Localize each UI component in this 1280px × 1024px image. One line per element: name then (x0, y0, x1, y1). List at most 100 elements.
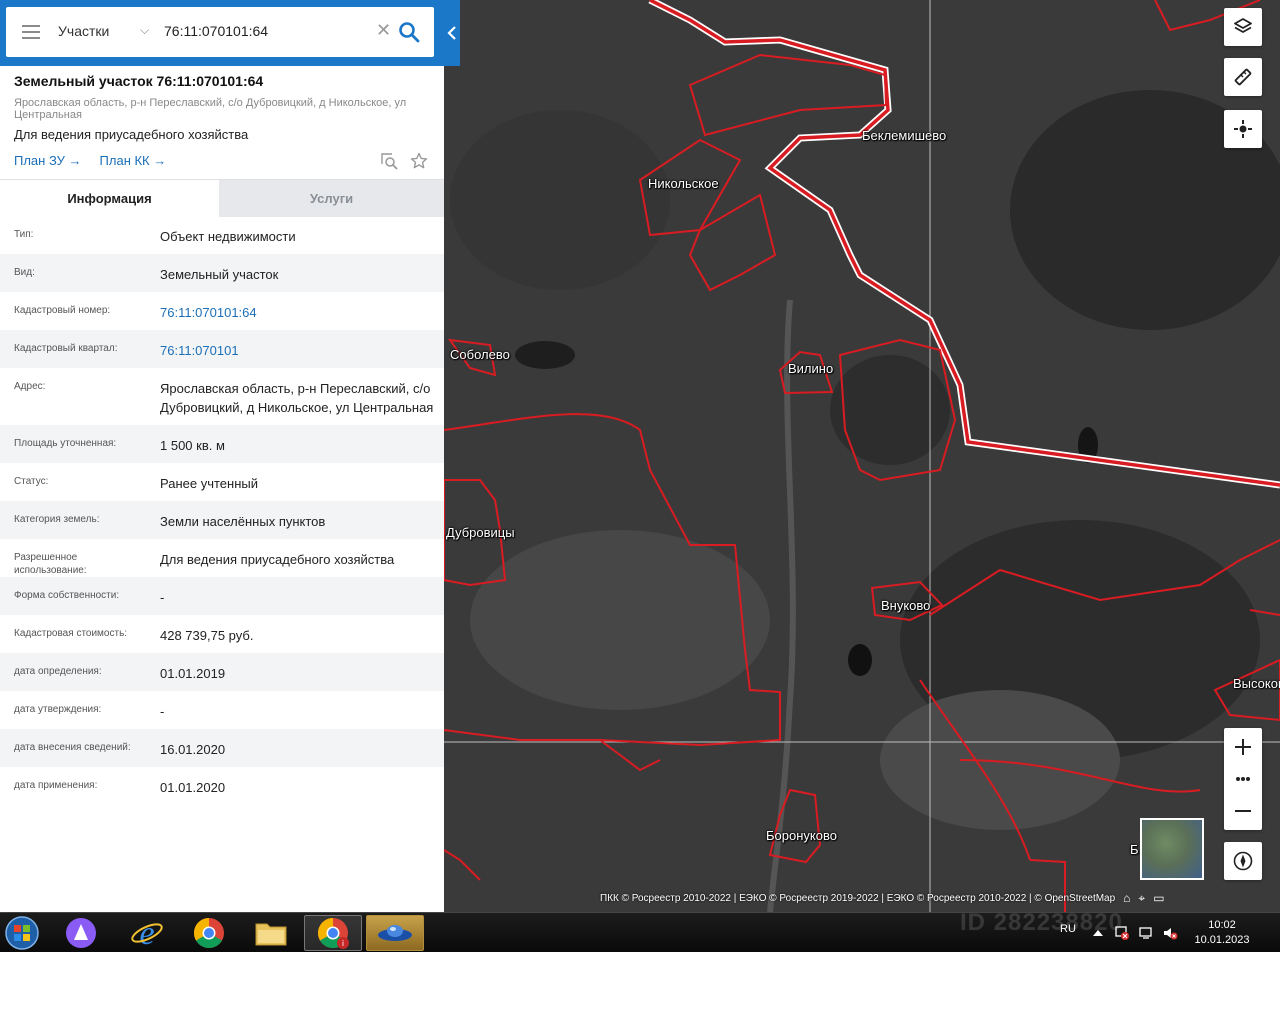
info-row-type: Тип: Объект недвижимости (0, 216, 444, 254)
zoom-controls (1224, 728, 1262, 830)
folder-icon (255, 923, 287, 946)
map-label-boronukovo: Боронуково (766, 828, 837, 843)
zoom-out-button[interactable] (1224, 792, 1262, 830)
crosshair-icon (1234, 120, 1252, 138)
ruler-icon (1234, 68, 1252, 86)
tab-services[interactable]: Услуги (219, 180, 444, 217)
info-row-permitted-use: Разрешенное использование: Для ведения п… (0, 539, 444, 577)
taskbar-chrome-open[interactable]: i (304, 915, 362, 951)
map-label-nikolskoe: Никольское (648, 176, 719, 191)
svg-text:i: i (342, 939, 344, 948)
star-icon[interactable] (410, 152, 428, 170)
home-icon[interactable]: ⌂ (1123, 891, 1130, 905)
tray-clock[interactable]: 10:02 10.01.2023 (1192, 918, 1252, 948)
info-key: Форма собственности: (14, 590, 120, 601)
info-panel: Участки ⌵ 76:11:070101:64 ✕ Земельный уч… (0, 0, 460, 912)
info-row-area: Площадь уточненная: 1 500 кв. м (0, 425, 444, 463)
plan-kk-link[interactable]: План КК → (100, 153, 167, 168)
menu-icon[interactable] (22, 25, 40, 39)
info-value: - (160, 704, 165, 719)
info-row-ownership: Форма собственности: - (0, 577, 444, 615)
object-actions (380, 152, 428, 170)
search-box: Участки ⌵ 76:11:070101:64 ✕ (6, 7, 434, 57)
info-table: Тип: Объект недвижимости Вид: Земельный … (0, 216, 444, 805)
info-value: Земли населённых пунктов (160, 514, 326, 529)
search-input[interactable]: 76:11:070101:64 (164, 23, 268, 39)
map-attribution: ПКК © Росреестр 2010-2022 | ЕЭКО © Росре… (596, 889, 1280, 907)
info-key: дата утверждения: (14, 704, 102, 715)
fullscreen-icon[interactable]: ▭ (1153, 891, 1164, 905)
zoom-in-button[interactable] (1224, 728, 1262, 766)
taskbar-alice-app[interactable] (52, 915, 110, 951)
app-ufo-icon (378, 925, 412, 941)
collapse-panel-button[interactable] (444, 0, 460, 66)
screen: Беклемишево Никольское Соболево Вилино Д… (0, 0, 1280, 1024)
info-value: Объект недвижимости (160, 229, 296, 244)
tab-information[interactable]: Информация (0, 180, 219, 217)
info-key: Статус: (14, 476, 49, 487)
map-label-vnukovo: Внуково (881, 598, 931, 613)
info-key: Кадастровый номер: (14, 305, 111, 316)
zoom-to-object-icon[interactable] (380, 152, 398, 170)
info-key: Категория земель: (14, 514, 100, 525)
info-row-determination-date: дата определения: 01.01.2019 (0, 653, 444, 691)
info-key: дата применения: (14, 780, 98, 791)
map-label-dubrovitsy: Дубровицы (446, 525, 515, 540)
taskbar-active-app[interactable] (366, 915, 424, 951)
start-button[interactable] (0, 915, 44, 951)
chevron-left-icon (447, 26, 456, 40)
taskbar-internet-explorer[interactable]: e (118, 915, 176, 951)
info-key: Разрешенное использование: (14, 552, 87, 576)
info-value: 428 739,75 руб. (160, 628, 254, 643)
layers-icon (1234, 18, 1252, 33)
map-label-sobolevo: Соболево (450, 347, 510, 362)
clear-icon[interactable]: ✕ (376, 20, 391, 41)
info-value: Ранее учтенный (160, 476, 258, 491)
windows-start-icon (5, 916, 39, 950)
search-bar: Участки ⌵ 76:11:070101:64 ✕ (0, 0, 460, 66)
search-category-select[interactable]: Участки (58, 23, 109, 39)
info-row-land-category: Категория земель: Земли населённых пункт… (0, 501, 444, 539)
info-key: дата внесения сведений: (14, 742, 131, 753)
info-value: 01.01.2020 (160, 780, 226, 795)
object-title: Земельный участок 76:11:070101:64 (14, 73, 264, 89)
plus-icon (1235, 739, 1251, 755)
search-icon[interactable] (398, 21, 420, 43)
info-row-application-date: дата применения: 01.01.2020 (0, 767, 444, 805)
crosshair-small-icon[interactable]: ⌖ (1138, 891, 1145, 906)
locate-button[interactable] (1224, 110, 1262, 148)
watermark: ID 282238820 (960, 909, 1123, 936)
info-row-address: Адрес: Ярославская область, р-н Переслав… (0, 368, 444, 425)
taskbar-explorer[interactable] (242, 915, 300, 951)
tab-bar: Информация Услуги (0, 179, 444, 217)
info-row-cadastral-value: Кадастровая стоимость: 428 739,75 руб. (0, 615, 444, 653)
info-value: 1 500 кв. м (160, 438, 225, 453)
info-value: 16.01.2020 (160, 742, 226, 757)
map-label-vysokovo: Высоково (1233, 676, 1280, 691)
layers-button[interactable] (1224, 8, 1262, 46)
cadastral-quarter-link[interactable]: 76:11:070101 (146, 330, 444, 368)
object-purpose: Для ведения приусадебного хозяйства (14, 127, 249, 142)
tray-volume-muted-icon[interactable] (1162, 925, 1178, 941)
taskbar-chrome[interactable] (180, 915, 238, 951)
info-value: - (160, 590, 165, 605)
info-value: Земельный участок (160, 267, 279, 282)
map-label-beklemishevo: Беклемишево (862, 128, 947, 143)
object-address: Ярославская область, р-н Переславский, с… (14, 97, 407, 121)
object-header: Земельный участок 76:11:070101:64 Яросла… (14, 73, 434, 142)
zoom-more-button[interactable] (1224, 766, 1262, 792)
info-row-kind: Вид: Земельный участок (0, 254, 444, 292)
minimap[interactable] (1140, 818, 1204, 880)
cadastral-number-link[interactable]: 76:11:070101:64 (146, 292, 444, 330)
tray-network-icon[interactable] (1138, 925, 1154, 941)
info-row-approval-date: дата утверждения: - (0, 691, 444, 729)
info-key: Вид: (14, 267, 35, 278)
info-row-cadastral-number: Кадастровый номер: 76:11:070101:64 (0, 292, 444, 330)
info-key: Адрес: (14, 381, 46, 392)
compass-button[interactable] (1224, 842, 1262, 880)
map-label-vilino: Вилино (788, 361, 834, 376)
plan-zu-link[interactable]: План ЗУ → (14, 153, 82, 168)
chevron-down-icon[interactable]: ⌵ (140, 23, 149, 38)
internet-explorer-icon: e (131, 916, 163, 950)
ruler-button[interactable] (1224, 58, 1262, 96)
